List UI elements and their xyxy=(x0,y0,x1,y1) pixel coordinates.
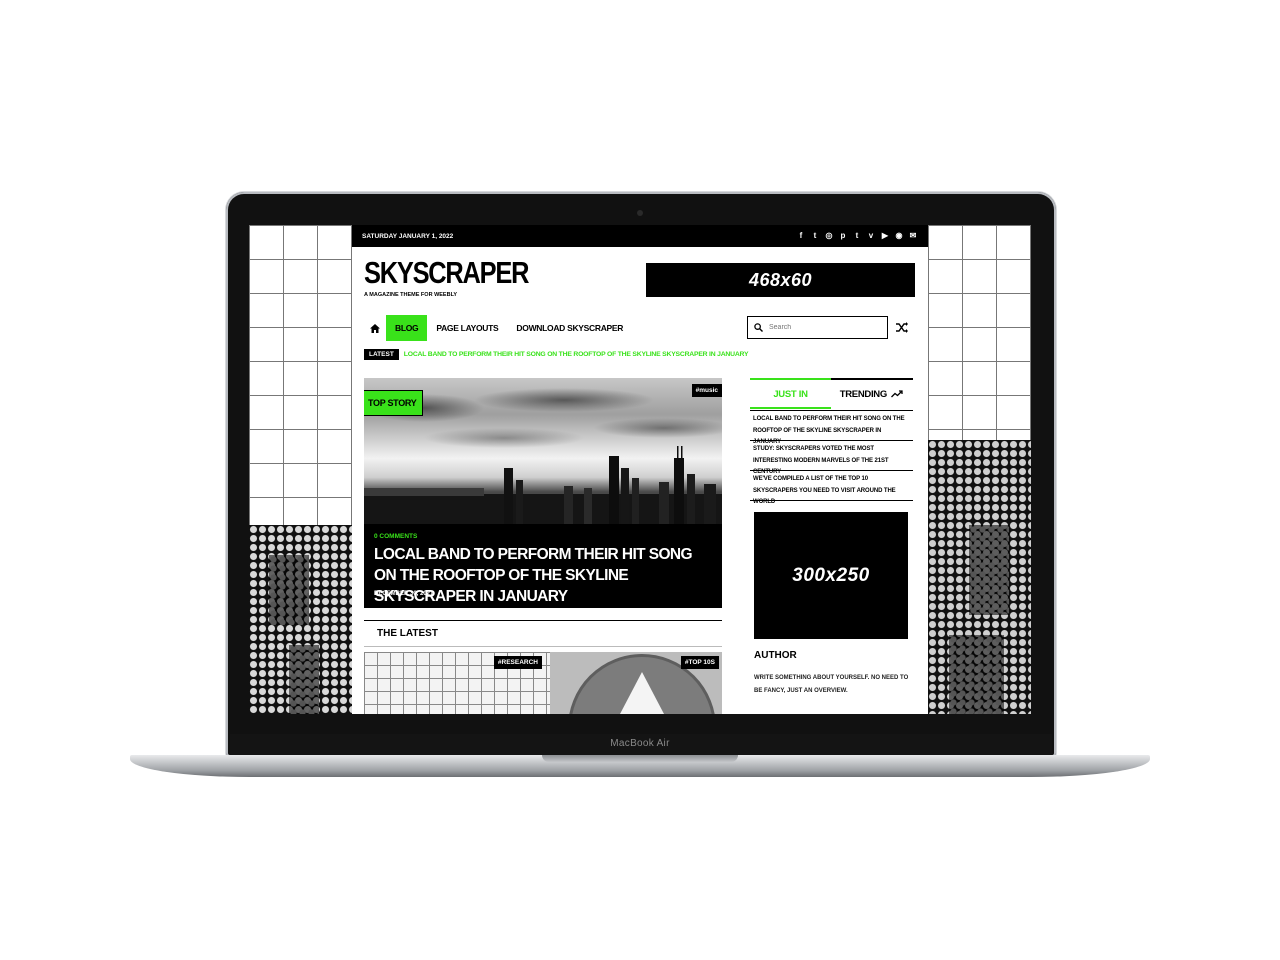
nav-item-page-layouts[interactable]: Page Layouts xyxy=(427,315,507,341)
category-tag-research[interactable]: #research xyxy=(493,656,542,669)
sidebar-tabs: Just In Trending xyxy=(750,378,913,409)
email-icon[interactable]: ✉ xyxy=(908,231,918,241)
halftone-shade xyxy=(949,635,1004,714)
current-date: Saturday January 1, 2022 xyxy=(362,232,454,240)
tumblr-icon[interactable]: t xyxy=(852,231,862,241)
top-story-badge: Top Story xyxy=(364,390,424,416)
latest-ticker: Latest Local band to perform their hit s… xyxy=(364,349,749,360)
nav-item-download-skyscraper[interactable]: Download Skyscraper xyxy=(507,315,632,341)
shuffle-icon[interactable] xyxy=(895,321,909,334)
camera-icon xyxy=(637,210,643,216)
search-box xyxy=(747,316,888,339)
tab-just-in[interactable]: Just In xyxy=(750,378,831,409)
top-story-date: December 30, 2021 xyxy=(374,591,434,597)
facebook-icon[interactable]: f xyxy=(796,231,806,241)
home-icon[interactable] xyxy=(364,315,386,341)
top-story-title[interactable]: Local band to perform their hit song on … xyxy=(374,544,714,607)
category-tag-top-10s[interactable]: #top 10s xyxy=(680,656,719,669)
thumb-image-shape xyxy=(620,672,664,714)
category-tag-music[interactable]: #music xyxy=(691,384,722,397)
latest-section-heading: The Latest xyxy=(377,628,438,639)
search-input[interactable] xyxy=(769,324,879,331)
author-text: Write something about yourself. No need … xyxy=(754,675,909,694)
divider xyxy=(364,646,722,647)
comments-count[interactable]: 0 Comments xyxy=(374,533,417,540)
author-heading: Author xyxy=(754,650,797,661)
list-item[interactable]: We've compiled a list of the top 10 skys… xyxy=(750,471,913,505)
website-page: Saturday January 1, 2022 f t ◎ p t v ▶ ◉… xyxy=(352,225,928,714)
nav-item-blog[interactable]: Blog xyxy=(386,315,428,341)
social-links: f t ◎ p t v ▶ ◉ ✉ xyxy=(796,231,918,241)
ad-box[interactable]: 300x250 xyxy=(754,512,908,639)
main-nav: Blog Page Layouts Download Skyscraper xyxy=(364,315,632,341)
latest-card-image[interactable]: #top 10s xyxy=(550,652,722,714)
ticker-label: Latest xyxy=(364,349,399,360)
list-item[interactable]: Study: Skyscrapers voted the most intere… xyxy=(750,441,913,475)
laptop-brand-label: MacBook Air xyxy=(610,738,670,749)
laptop-base-notch xyxy=(542,755,738,762)
youtube-icon[interactable]: ▶ xyxy=(880,231,890,241)
ticker-headline-link[interactable]: Local band to perform their hit song on … xyxy=(404,351,749,358)
tab-trending-label: Trending xyxy=(839,389,888,400)
search-icon xyxy=(754,323,763,332)
list-item[interactable]: Local band to perform their hit song on … xyxy=(750,411,913,445)
divider xyxy=(364,620,722,621)
halftone-shade xyxy=(289,645,319,714)
dribbble-icon[interactable]: ◉ xyxy=(894,231,904,241)
pinterest-icon[interactable]: p xyxy=(838,231,848,241)
twitter-icon[interactable]: t xyxy=(810,231,820,241)
skyline-image xyxy=(364,446,722,524)
halftone-shade xyxy=(269,555,309,625)
top-story-card[interactable]: Top Story #music 0 Comments Local band t… xyxy=(364,378,722,608)
latest-card-image[interactable]: #research xyxy=(364,652,550,714)
just-in-list: Local band to perform their hit song on … xyxy=(750,410,913,505)
top-bar: Saturday January 1, 2022 f t ◎ p t v ▶ ◉… xyxy=(352,225,928,247)
site-logo[interactable]: SKYSCRAPER xyxy=(364,257,530,289)
halftone-shade xyxy=(969,525,1009,615)
screen: Saturday January 1, 2022 f t ◎ p t v ▶ ◉… xyxy=(249,225,1031,714)
instagram-icon[interactable]: ◎ xyxy=(824,231,834,241)
trending-icon xyxy=(891,390,903,398)
vimeo-icon[interactable]: v xyxy=(866,231,876,241)
site-tagline: A Magazine Theme for Weebly xyxy=(364,292,458,298)
tab-trending[interactable]: Trending xyxy=(831,380,912,409)
ad-banner[interactable]: 468x60 xyxy=(646,263,915,297)
